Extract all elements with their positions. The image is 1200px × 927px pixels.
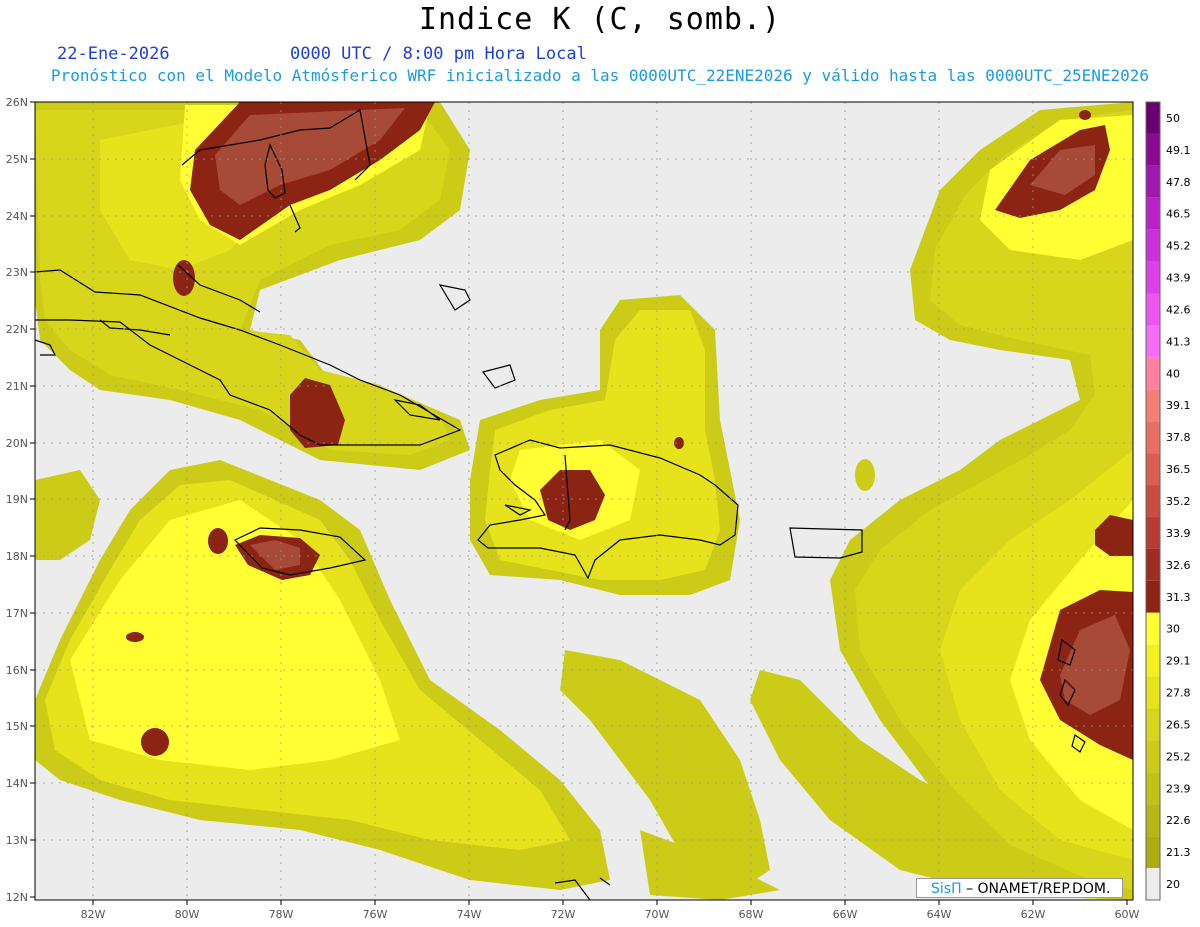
colorbar-swatch [1146, 453, 1160, 486]
colorbar-swatch [1146, 357, 1160, 390]
colorbar-label: 35.2 [1166, 495, 1191, 508]
colorbar-label: 47.8 [1166, 176, 1191, 189]
colorbar-swatch [1146, 102, 1160, 134]
colorbar-swatch [1146, 261, 1160, 294]
colorbar-label: 23.9 [1166, 782, 1191, 795]
colorbar-label: 45.2 [1166, 240, 1191, 253]
lat-label: 17N [6, 607, 28, 620]
lat-label: 23N [6, 266, 28, 279]
lon-label: 62W [1021, 908, 1046, 921]
colorbar-swatch [1146, 133, 1160, 166]
credit-text: – ONAMET/REP.DOM. [966, 881, 1111, 897]
colorbar-label: 43.9 [1166, 272, 1191, 285]
colorbar-label: 26.5 [1166, 718, 1191, 731]
lon-label: 74W [457, 908, 482, 921]
colorbar-swatch [1146, 548, 1160, 581]
colorbar-swatch [1146, 421, 1160, 454]
lat-label: 19N [6, 493, 28, 506]
colorbar-swatch [1146, 708, 1160, 741]
colorbar-swatch [1146, 676, 1160, 709]
lat-label: 18N [6, 550, 28, 563]
colorbar-label: 29.1 [1166, 655, 1191, 668]
colorbar-label: 49.1 [1166, 144, 1191, 157]
colorbar-label: 30 [1166, 623, 1180, 636]
colorbar-swatch [1146, 612, 1160, 645]
colorbar-swatch [1146, 229, 1160, 262]
colorbar-label: 42.6 [1166, 303, 1191, 316]
lat-label: 25N [6, 153, 28, 166]
lat-label: 13N [6, 834, 28, 847]
lon-label: 70W [645, 908, 670, 921]
lon-label: 60W [1115, 908, 1140, 921]
colorbar-swatch [1146, 516, 1160, 549]
colorbar-swatch [1146, 772, 1160, 805]
colorbar-label: 21.3 [1166, 846, 1191, 859]
colorbar-label: 32.6 [1166, 559, 1191, 572]
colorbar-label: 37.8 [1166, 431, 1191, 444]
colorbar-swatch [1146, 485, 1160, 517]
credit-box: SisΠ – ONAMET/REP.DOM. [916, 878, 1123, 898]
colorbar-swatch [1146, 868, 1160, 900]
lon-label: 78W [269, 908, 294, 921]
colorbar-swatch [1146, 644, 1160, 677]
colorbar-swatch [1146, 804, 1160, 837]
lon-label: 82W [81, 908, 106, 921]
lat-label: 12N [6, 891, 28, 904]
lat-label: 16N [6, 664, 28, 677]
colorbar-label: 36.5 [1166, 463, 1191, 476]
colorbar-label: 50 [1166, 112, 1180, 125]
map-canvas: 26N 25N 24N 23N 22N 21N 20N 19N 18N 17N … [6, 96, 1191, 921]
colorbar-swatch [1146, 580, 1160, 613]
colorbar-swatch [1146, 293, 1160, 326]
colorbar-swatch [1146, 325, 1160, 358]
colorbar-label: 39.1 [1166, 399, 1191, 412]
colorbar-label: 46.5 [1166, 208, 1191, 221]
lon-label: 66W [833, 908, 858, 921]
colorbar-label: 27.8 [1166, 687, 1191, 700]
lon-label: 72W [551, 908, 576, 921]
lat-label: 20N [6, 437, 28, 450]
lat-label: 24N [6, 210, 28, 223]
lat-label: 15N [6, 720, 28, 733]
lon-labels: 82W 80W 78W 76W 74W 72W 70W 68W 66W 64W … [81, 908, 1140, 921]
lat-label: 14N [6, 777, 28, 790]
colorbar-label: 31.3 [1166, 591, 1191, 604]
colorbar-label: 25.2 [1166, 750, 1191, 763]
colorbar-label: 41.3 [1166, 335, 1191, 348]
lat-labels: 26N 25N 24N 23N 22N 21N 20N 19N 18N 17N … [6, 96, 28, 904]
colorbar-swatch [1146, 165, 1160, 198]
colorbar-swatch [1146, 197, 1160, 230]
colorbar-swatch [1146, 740, 1160, 773]
colorbar-label: 40 [1166, 367, 1180, 380]
colorbar-swatch [1146, 389, 1160, 422]
sispi-logo: SisΠ [931, 881, 962, 897]
lon-label: 68W [739, 908, 764, 921]
lat-label: 26N [6, 96, 28, 109]
colorbar-label: 33.9 [1166, 527, 1191, 540]
lat-label: 21N [6, 380, 28, 393]
lon-label: 80W [175, 908, 200, 921]
lon-label: 76W [363, 908, 388, 921]
colorbar-swatch [1146, 836, 1160, 869]
lon-label: 64W [927, 908, 952, 921]
colorbar-label: 22.6 [1166, 814, 1191, 827]
colorbar-label: 20 [1166, 878, 1180, 891]
lat-label: 22N [6, 323, 28, 336]
colorbar: 50 49.1 47.8 46.5 45.2 43.9 42.6 41.3 40 39.1 37.8… [1145, 101, 1191, 901]
